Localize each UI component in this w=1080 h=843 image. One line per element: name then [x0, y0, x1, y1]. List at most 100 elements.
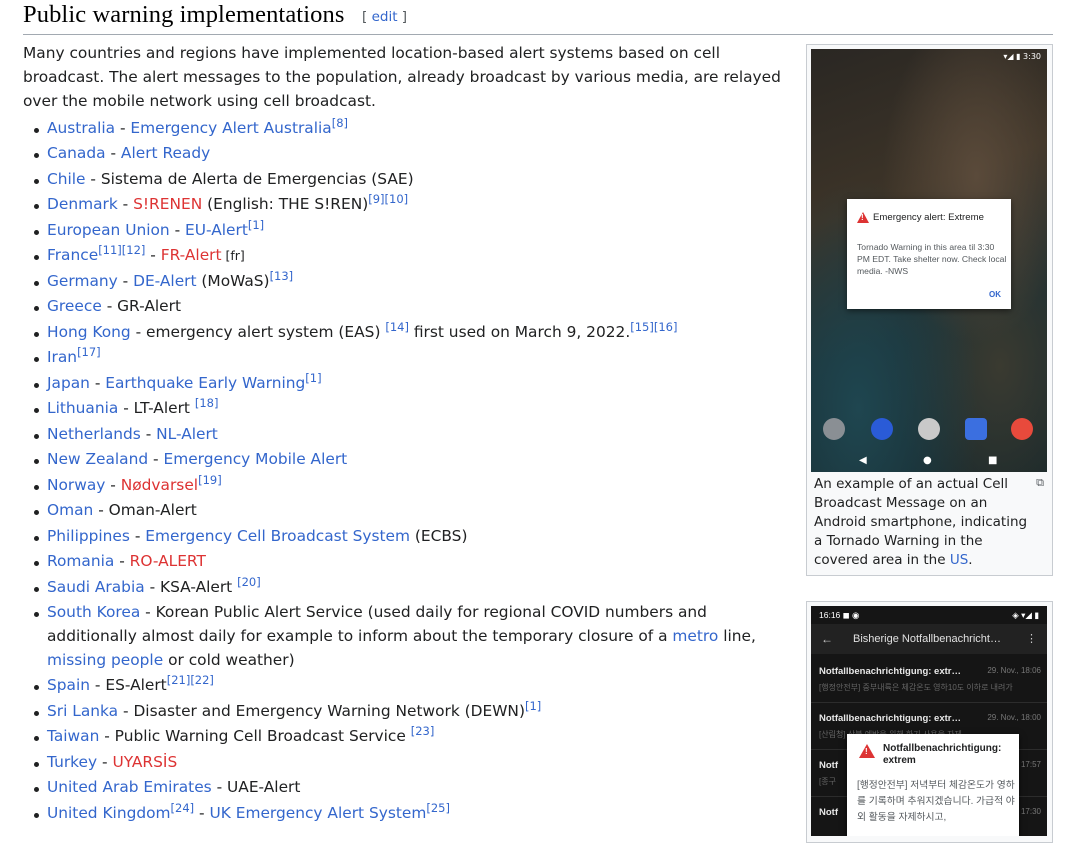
- list-item: United Arab Emirates - UAE-Alert: [34, 776, 792, 800]
- ref-link[interactable]: [19]: [198, 473, 222, 487]
- country-link[interactable]: Canada: [47, 144, 106, 162]
- country-link[interactable]: Lithuania: [47, 399, 118, 417]
- thumbnail-caption: An example of an actual Cell Broadcast M…: [814, 476, 1028, 568]
- ref-link[interactable]: [10]: [385, 192, 409, 206]
- ref-link[interactable]: [23]: [411, 724, 435, 738]
- country-link[interactable]: Sri Lanka: [47, 702, 118, 720]
- country-link[interactable]: Hong Kong: [47, 323, 131, 341]
- back-icon: ◀: [859, 455, 867, 466]
- thumbnail-tornado-warning: ▾◢ ▮ 3:30 ! Emergency alert: Extreme Tor…: [806, 44, 1053, 576]
- system-redlink[interactable]: RO-ALERT: [130, 552, 206, 570]
- ref-link[interactable]: [12]: [122, 243, 146, 257]
- country-link[interactable]: Spain: [47, 676, 90, 694]
- list-item: France[11][12] - FR-Alert [fr]: [34, 243, 792, 268]
- list-item: Hong Kong - emergency alert system (EAS)…: [34, 320, 792, 345]
- system-link[interactable]: DE-Alert: [133, 272, 196, 290]
- country-link[interactable]: Australia: [47, 119, 115, 137]
- ref-link[interactable]: [21]: [167, 673, 191, 687]
- system-redlink[interactable]: FR-Alert: [161, 246, 222, 264]
- ref-link[interactable]: [18]: [195, 396, 219, 410]
- chrome-icon: [1011, 418, 1033, 440]
- enlarge-icon[interactable]: ⧉: [1036, 476, 1044, 490]
- system-link[interactable]: EU-Alert: [185, 221, 248, 239]
- missing-people-link[interactable]: missing people: [47, 651, 163, 669]
- edit-section: [ edit ]: [362, 9, 408, 25]
- lang-link[interactable]: [fr]: [222, 248, 245, 263]
- list-item: Sri Lanka - Disaster and Emergency Warni…: [34, 699, 792, 724]
- ref-link[interactable]: [1]: [525, 699, 541, 713]
- edit-link[interactable]: edit: [372, 9, 398, 25]
- country-link[interactable]: Iran: [47, 348, 77, 366]
- system-link[interactable]: Emergency Mobile Alert: [163, 450, 347, 468]
- korean-alert-body: [행정안전부] 저녁부터 체감온도가 영하를 기록하며 추워지겠습니다. 가급적…: [857, 780, 1015, 823]
- warning-icon: !: [857, 212, 869, 223]
- alert-dialog-body: Tornado Warning in this area til 3:30 PM…: [857, 242, 1007, 276]
- list-item: New Zealand - Emergency Mobile Alert: [34, 448, 792, 472]
- metro-link[interactable]: metro: [672, 627, 718, 645]
- us-link[interactable]: US: [950, 552, 968, 568]
- list-item: Romania - RO-ALERT: [34, 550, 792, 574]
- system-link[interactable]: Emergency Alert Australia: [130, 119, 331, 137]
- list-item: Saudi Arabia - KSA-Alert [20]: [34, 575, 792, 600]
- country-link[interactable]: Chile: [47, 170, 86, 188]
- country-link[interactable]: Taiwan: [47, 727, 99, 745]
- ref-link[interactable]: [8]: [332, 116, 348, 130]
- country-link[interactable]: United Arab Emirates: [47, 778, 212, 796]
- list-item: Lithuania - LT-Alert [18]: [34, 396, 792, 421]
- notification-row: Notfallbenachrichtigung: extr… 29. Nov., …: [811, 656, 1047, 703]
- ref-link[interactable]: [25]: [426, 801, 450, 815]
- system-redlink[interactable]: S!RENEN: [133, 195, 202, 213]
- country-link[interactable]: Germany: [47, 272, 118, 290]
- country-link[interactable]: Netherlands: [47, 425, 141, 443]
- phone-status-bar: ▾◢ ▮ 3:30: [1003, 52, 1041, 61]
- ref-link[interactable]: [1]: [248, 218, 264, 232]
- country-link[interactable]: South Korea: [47, 603, 140, 621]
- country-link[interactable]: Denmark: [47, 195, 118, 213]
- system-link[interactable]: Emergency Cell Broadcast System: [145, 527, 410, 545]
- ref-link[interactable]: [20]: [237, 575, 261, 589]
- messages-icon: [965, 418, 987, 440]
- country-link[interactable]: Japan: [47, 374, 90, 392]
- recents-icon: ■: [988, 455, 998, 466]
- ref-link[interactable]: [24]: [171, 801, 195, 815]
- country-link[interactable]: New Zealand: [47, 450, 148, 468]
- country-link[interactable]: Greece: [47, 297, 102, 315]
- thumbnail-korean-alert: 16:16 ◼ ◉ ◈ ▾◢ ▮ ← Bisherige Notfallbena…: [806, 601, 1053, 843]
- ref-link[interactable]: [22]: [190, 673, 214, 687]
- list-item: Spain - ES-Alert[21][22]: [34, 673, 792, 698]
- ref-link[interactable]: [13]: [270, 269, 294, 283]
- country-link[interactable]: Romania: [47, 552, 114, 570]
- ref-link[interactable]: [11]: [98, 243, 122, 257]
- android-nav-bar: ◀ ● ■: [811, 448, 1047, 472]
- system-link[interactable]: UK Emergency Alert System: [209, 804, 426, 822]
- system-redlink[interactable]: UYARSİS: [112, 753, 177, 771]
- system-link[interactable]: Alert Ready: [121, 144, 210, 162]
- system-link[interactable]: NL-Alert: [156, 425, 218, 443]
- country-link[interactable]: Oman: [47, 501, 93, 519]
- apps-icon: [918, 418, 940, 440]
- phone-status-right: ◈ ▾◢ ▮: [1012, 610, 1039, 620]
- country-link[interactable]: Turkey: [47, 753, 97, 771]
- list-item: Chile - Sistema de Alerta de Emergencias…: [34, 168, 792, 192]
- list-item: United Kingdom[24] - UK Emergency Alert …: [34, 801, 792, 826]
- list-item: Denmark - S!RENEN (English: THE S!REN)[9…: [34, 192, 792, 217]
- section-title: Public warning implementations: [23, 1, 345, 28]
- korean-alert-screenshot-image[interactable]: 16:16 ◼ ◉ ◈ ▾◢ ▮ ← Bisherige Notfallbena…: [811, 606, 1047, 836]
- android-screenshot-image[interactable]: ▾◢ ▮ 3:30 ! Emergency alert: Extreme Tor…: [811, 49, 1047, 472]
- ref-link[interactable]: [9]: [368, 192, 384, 206]
- list-item: Norway - Nødvarsel[19]: [34, 473, 792, 498]
- system-redlink[interactable]: Nødvarsel: [121, 476, 198, 494]
- country-link[interactable]: Philippines: [47, 527, 130, 545]
- system-link[interactable]: Earthquake Early Warning: [105, 374, 305, 392]
- country-link[interactable]: European Union: [47, 221, 170, 239]
- section-heading: Public warning implementations [ edit ]: [23, 0, 1053, 35]
- country-link[interactable]: France: [47, 246, 98, 264]
- ref-link[interactable]: [16]: [654, 320, 678, 334]
- ref-link[interactable]: [15]: [630, 320, 654, 334]
- ref-link[interactable]: [1]: [305, 371, 321, 385]
- country-link[interactable]: United Kingdom: [47, 804, 171, 822]
- ref-link[interactable]: [14]: [385, 320, 409, 334]
- ref-link[interactable]: [17]: [77, 345, 101, 359]
- country-link[interactable]: Norway: [47, 476, 105, 494]
- country-link[interactable]: Saudi Arabia: [47, 578, 145, 596]
